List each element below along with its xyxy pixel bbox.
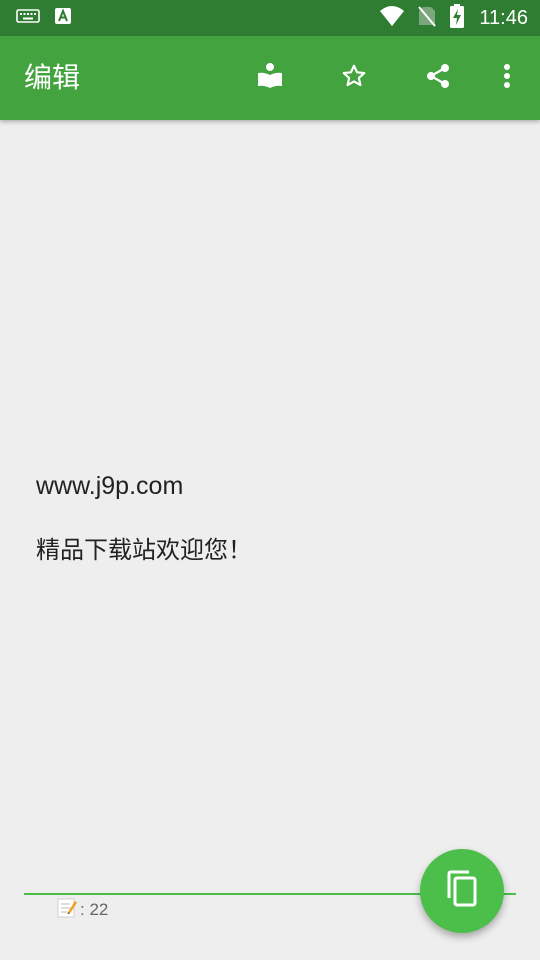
more-vert-icon [503, 62, 511, 94]
app-a-icon [54, 7, 72, 29]
share-button[interactable] [414, 54, 462, 102]
character-counter: : 22 [56, 897, 109, 924]
app-toolbar: 编辑 [0, 36, 540, 120]
status-left-icons [16, 8, 72, 28]
more-options-button[interactable] [483, 54, 531, 102]
status-right-icons: 11:46 [379, 4, 528, 32]
page-title: 编辑 [24, 61, 81, 94]
wifi-icon [379, 5, 405, 31]
editor-line-url[interactable]: www.j9p.com [36, 466, 506, 506]
keyboard-icon [16, 8, 40, 28]
no-sim-icon [417, 5, 437, 31]
status-time: 11:46 [479, 7, 528, 29]
read-mode-icon [256, 62, 284, 94]
character-count: : 22 [80, 900, 109, 919]
favorite-button[interactable] [330, 54, 378, 102]
editor-line-welcome[interactable]: 精品下载站欢迎您！ [36, 530, 506, 570]
star-icon [341, 63, 367, 93]
copy-fab-button[interactable] [420, 849, 504, 933]
battery-charging-icon [449, 4, 465, 32]
memo-icon [56, 897, 78, 924]
share-icon [424, 62, 452, 94]
status-bar: 11:46 [0, 0, 540, 36]
copy-icon [445, 870, 479, 912]
editor-text-area[interactable]: www.j9p.com 精品下载站欢迎您！ [36, 466, 506, 570]
read-mode-button[interactable] [246, 54, 294, 102]
